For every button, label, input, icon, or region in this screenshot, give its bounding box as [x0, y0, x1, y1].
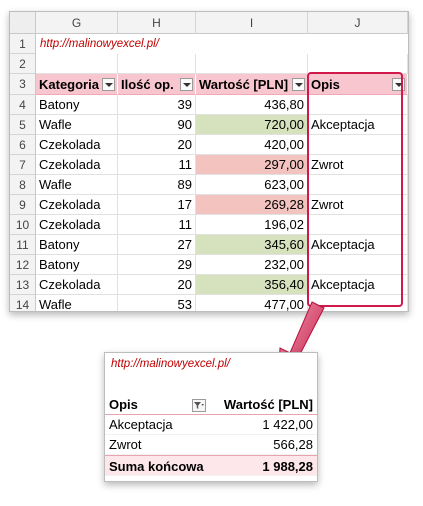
cell-kategoria[interactable]: Czekolada [36, 195, 118, 215]
column-header-h[interactable]: H [118, 12, 196, 34]
cell-wartosc[interactable]: 269,28 [196, 195, 308, 215]
pivot-total-value[interactable]: 1 988,28 [210, 455, 317, 476]
cell-ilosc[interactable]: 27 [118, 235, 196, 255]
cell-ilosc[interactable]: 20 [118, 275, 196, 295]
cell-opis[interactable]: Zwrot [308, 195, 408, 215]
cell-kategoria[interactable]: Wafle [36, 115, 118, 135]
cell-opis[interactable]: Zwrot [308, 155, 408, 175]
row-header[interactable]: 3 [10, 74, 36, 95]
cell-kategoria[interactable]: Batony [36, 95, 118, 115]
header-label: Wartość [PLN] [199, 77, 289, 92]
cell-opis[interactable] [308, 255, 408, 275]
cell-kategoria[interactable]: Czekolada [36, 215, 118, 235]
row-header[interactable]: 12 [10, 255, 36, 275]
pivot-header-opis[interactable]: Opis [105, 395, 210, 415]
filter-dropdown-icon[interactable] [292, 78, 305, 91]
cell-kategoria[interactable]: Wafle [36, 175, 118, 195]
cell-kategoria[interactable]: Czekolada [36, 155, 118, 175]
cell-opis[interactable] [308, 135, 408, 155]
column-header-i[interactable]: I [196, 12, 308, 34]
pivot-row-value[interactable]: 1 422,00 [210, 415, 317, 435]
empty-cell[interactable] [308, 54, 408, 74]
filter-icon[interactable] [192, 399, 206, 412]
cell-ilosc[interactable]: 89 [118, 175, 196, 195]
website-url[interactable]: http://malinowyexcel.pl/ [111, 358, 230, 370]
cell-ilosc[interactable]: 20 [118, 135, 196, 155]
table-header-kategoria[interactable]: Kategoria [36, 74, 118, 95]
empty-cell[interactable] [36, 54, 118, 74]
pivot-header-label: Opis [109, 397, 138, 412]
row-header[interactable]: 13 [10, 275, 36, 295]
cell-opis[interactable] [308, 95, 408, 115]
spreadsheet: G H I J 1 2 3 4 5 6 7 8 9 10 11 12 13 14… [9, 11, 409, 312]
row-header[interactable]: 2 [10, 54, 36, 74]
row-header[interactable]: 4 [10, 95, 36, 115]
row-header[interactable]: 6 [10, 135, 36, 155]
table-header-wartosc[interactable]: Wartość [PLN] [196, 74, 308, 95]
row-header[interactable]: 9 [10, 195, 36, 215]
filter-dropdown-icon[interactable] [392, 78, 405, 91]
cell-wartosc[interactable]: 196,02 [196, 215, 308, 235]
cell-wartosc[interactable]: 720,00 [196, 115, 308, 135]
header-label: Ilość op. [121, 77, 174, 92]
cell-wartosc[interactable]: 420,00 [196, 135, 308, 155]
column-header-j[interactable]: J [308, 12, 408, 34]
row-header[interactable]: 5 [10, 115, 36, 135]
header-label: Opis [311, 77, 340, 92]
row-header[interactable]: 8 [10, 175, 36, 195]
cell-wartosc[interactable]: 345,60 [196, 235, 308, 255]
cell-wartosc[interactable]: 356,40 [196, 275, 308, 295]
empty-cell[interactable] [118, 54, 196, 74]
cell-kategoria[interactable]: Batony [36, 255, 118, 275]
row-header[interactable]: 11 [10, 235, 36, 255]
table-header-opis[interactable]: Opis [308, 74, 408, 95]
row-header[interactable]: 1 [10, 34, 36, 54]
pivot-header-wartosc[interactable]: Wartość [PLN] [210, 395, 317, 415]
row-header[interactable]: 7 [10, 155, 36, 175]
cell-ilosc[interactable]: 17 [118, 195, 196, 215]
cell-kategoria[interactable]: Czekolada [36, 135, 118, 155]
column-header-g[interactable]: G [36, 12, 118, 34]
cell-opis[interactable]: Akceptacja [308, 115, 408, 135]
cell-wartosc[interactable]: 232,00 [196, 255, 308, 275]
cell-ilosc[interactable]: 90 [118, 115, 196, 135]
cell-ilosc[interactable]: 29 [118, 255, 196, 275]
row-header[interactable]: 14 [10, 295, 36, 311]
header-label: Kategoria [39, 77, 99, 92]
table-header-ilosc[interactable]: Ilość op. [118, 74, 196, 95]
pivot-row-value[interactable]: 566,28 [210, 435, 317, 455]
pivot-table: http://malinowyexcel.pl/ Opis Wartość [P… [104, 352, 318, 482]
cell-opis[interactable] [308, 215, 408, 235]
pivot-total-label[interactable]: Suma końcowa [105, 455, 210, 476]
cell-ilosc[interactable]: 53 [118, 295, 196, 311]
cell-wartosc[interactable]: 297,00 [196, 155, 308, 175]
cell-ilosc[interactable]: 11 [118, 215, 196, 235]
cell-wartosc[interactable]: 623,00 [196, 175, 308, 195]
cell-opis[interactable] [308, 175, 408, 195]
cell-wartosc[interactable]: 436,80 [196, 95, 308, 115]
cell-kategoria[interactable]: Wafle [36, 295, 118, 311]
cell-opis[interactable]: Akceptacja [308, 235, 408, 255]
cell-ilosc[interactable]: 39 [118, 95, 196, 115]
website-url[interactable]: http://malinowyexcel.pl/ [40, 38, 159, 50]
pivot-row-label[interactable]: Akceptacja [105, 415, 210, 435]
empty-cell[interactable] [196, 54, 308, 74]
filter-dropdown-icon[interactable] [180, 78, 193, 91]
pivot-row-label[interactable]: Zwrot [105, 435, 210, 455]
row-header[interactable]: 10 [10, 215, 36, 235]
filter-dropdown-icon[interactable] [102, 78, 115, 91]
select-all-corner[interactable] [10, 12, 36, 34]
cell-ilosc[interactable]: 11 [118, 155, 196, 175]
cell-kategoria[interactable]: Batony [36, 235, 118, 255]
cell-kategoria[interactable]: Czekolada [36, 275, 118, 295]
page: G H I J 1 2 3 4 5 6 7 8 9 10 11 12 13 14… [0, 0, 423, 506]
cell-opis[interactable]: Akceptacja [308, 275, 408, 295]
